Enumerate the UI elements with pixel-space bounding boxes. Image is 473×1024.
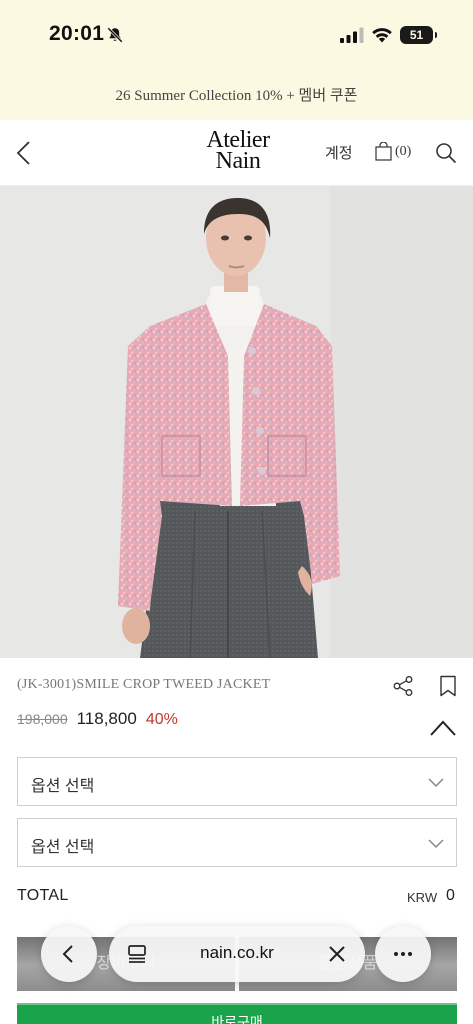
option-select-1[interactable]: 옵션 선택 (17, 757, 457, 806)
cart-button[interactable]: (0) (375, 142, 411, 161)
bell-off-icon (107, 27, 123, 43)
promo-banner[interactable]: 26 Summer Collection 10% + 멤버 쿠폰 (0, 84, 473, 105)
browser-more-button[interactable] (375, 926, 431, 982)
chevron-up-icon[interactable] (429, 718, 457, 738)
product-image[interactable] (0, 186, 473, 658)
wifi-icon (372, 28, 392, 43)
product-name: (JK-3001)SMILE CROP TWEED JACKET (17, 677, 271, 692)
battery-indicator: 51 (400, 26, 437, 44)
address-bar[interactable]: nain.co.kr (109, 926, 365, 982)
site-header: Atelier Nain 계정 (0) (0, 120, 473, 186)
brand-logo[interactable]: Atelier Nain (196, 128, 280, 174)
search-icon[interactable] (435, 142, 457, 164)
url-text: nain.co.kr (200, 943, 274, 962)
discount-rate: 40% (145, 711, 178, 728)
total-value: 0 (446, 887, 455, 904)
total-label: TOTAL (17, 887, 69, 904)
back-icon[interactable] (14, 140, 34, 166)
option-select-2[interactable]: 옵션 선택 (17, 818, 457, 867)
top-area: 20:01 51 26 Summer Collection 10% + 멤버 쿠… (0, 0, 473, 120)
buy-now-button[interactable]: 바로구매 (17, 1003, 457, 1024)
chevron-down-icon (428, 778, 444, 788)
browser-back-button[interactable] (41, 926, 97, 982)
shopping-bag-icon (375, 142, 392, 161)
total-currency: KRW (407, 890, 438, 905)
account-link[interactable]: 계정 (325, 142, 353, 163)
original-price: 198,000 (17, 711, 68, 727)
chevron-down-icon (428, 839, 444, 849)
close-icon[interactable] (328, 945, 346, 963)
option-select-label: 옵션 선택 (31, 778, 95, 795)
price-row: 198,000 118,800 40% (17, 709, 178, 729)
share-icon[interactable] (392, 675, 414, 697)
cart-count: (0) (395, 143, 412, 159)
sale-price: 118,800 (76, 709, 137, 728)
status-time: 20:01 (49, 22, 105, 45)
logo-line-2: Nain (215, 148, 261, 174)
option-select-label: 옵션 선택 (31, 839, 95, 856)
chevron-left-icon (62, 945, 73, 963)
signal-icon (340, 27, 364, 43)
more-icon (394, 952, 412, 956)
bookmark-icon[interactable] (439, 675, 457, 697)
model-photo (0, 186, 473, 658)
